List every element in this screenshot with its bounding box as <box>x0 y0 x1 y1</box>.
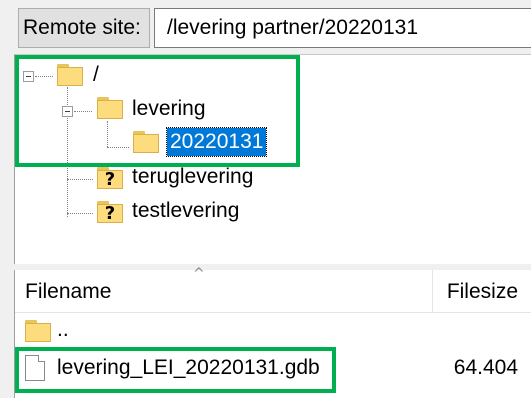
remote-site-bar: Remote site: /levering partner/20220131 <box>0 0 531 58</box>
file-row-levering-gdb[interactable]: levering_LEI_20220131.gdb 64.404 <box>15 352 531 386</box>
tree-item-testlevering[interactable]: testlevering <box>132 197 239 225</box>
unknown-folder-icon <box>97 201 123 224</box>
file-size: 64.404 <box>453 356 518 379</box>
file-name: .. <box>57 318 69 341</box>
tree-connector <box>107 147 129 148</box>
remote-site-path-input[interactable]: /levering partner/20220131 <box>154 8 531 48</box>
tree-item-20220131[interactable]: 20220131 <box>165 127 268 157</box>
remote-site-label: Remote site: <box>18 8 150 48</box>
tree-connector <box>74 111 92 112</box>
tree-connector <box>35 76 53 77</box>
column-divider[interactable] <box>432 270 433 312</box>
tree-item-teruglevering[interactable]: teruglevering <box>132 163 253 191</box>
folder-icon <box>133 131 159 153</box>
file-icon <box>25 355 45 381</box>
folder-icon <box>25 320 51 342</box>
directory-tree[interactable]: / levering 20220131 teruglevering testle… <box>14 54 531 265</box>
collapse-levering-icon[interactable] <box>62 106 73 117</box>
remote-site-panel: Remote site: /levering partner/20220131 … <box>0 0 531 398</box>
tree-item-levering[interactable]: levering <box>132 95 206 123</box>
tree-item-root[interactable]: / <box>93 61 99 89</box>
folder-icon <box>97 97 123 119</box>
file-row-parent-directory[interactable]: .. <box>15 314 531 348</box>
tree-connector <box>67 213 93 214</box>
file-list-header: ^ Filename Filesize <box>15 266 531 313</box>
collapse-root-icon[interactable] <box>23 71 34 82</box>
file-list[interactable]: ^ Filename Filesize .. levering_LEI_2022… <box>14 266 531 398</box>
folder-icon <box>57 64 83 86</box>
column-header-filename[interactable]: Filename <box>25 280 111 304</box>
sort-ascending-icon: ^ <box>193 266 205 282</box>
unknown-folder-icon <box>97 167 123 190</box>
tree-connector <box>107 121 108 147</box>
column-header-filesize[interactable]: Filesize <box>447 280 518 304</box>
file-name: levering_LEI_20220131.gdb <box>57 356 320 379</box>
tree-connector <box>67 179 93 180</box>
